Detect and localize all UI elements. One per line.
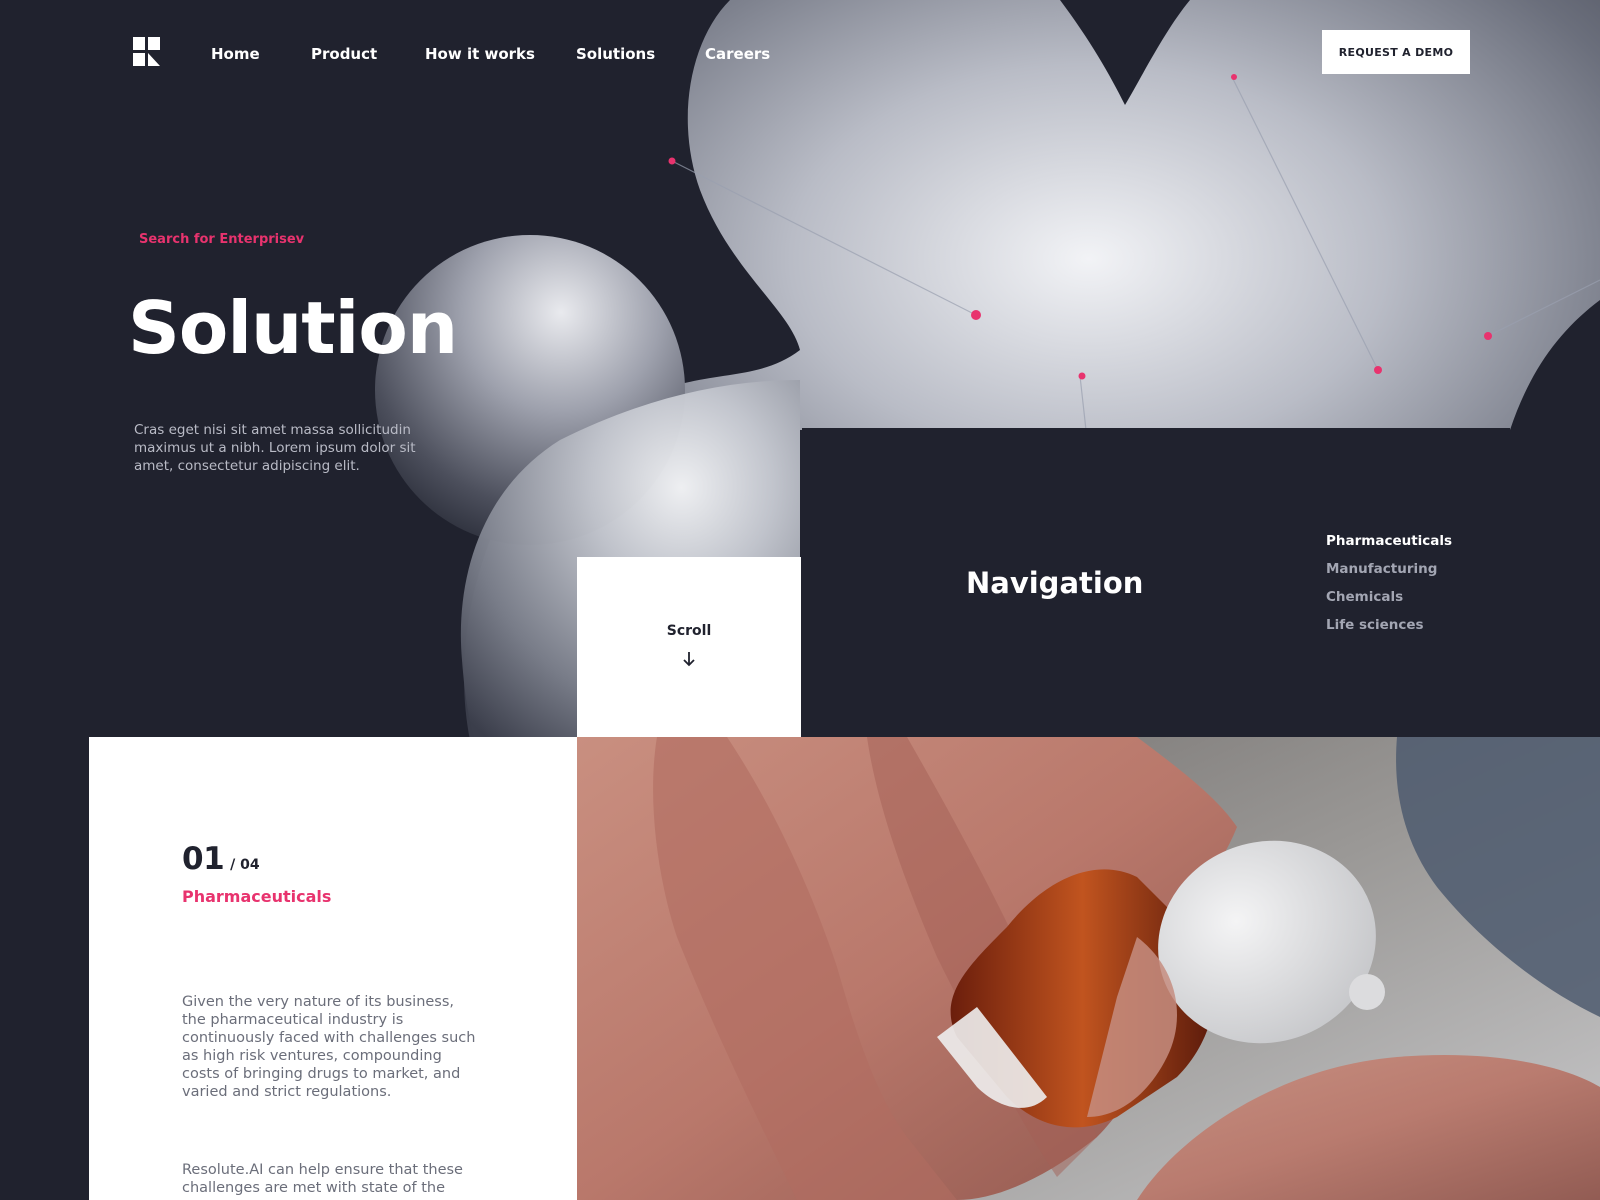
hero-eyebrow: Search for Enterprisev xyxy=(139,232,305,247)
section-paragraph-2: Resolute.AI can help ensure that these c… xyxy=(182,1162,463,1196)
hands-pill-bottle-photo xyxy=(577,737,1600,1200)
hero-description: Cras eget nisi sit amet massa sollicitud… xyxy=(134,422,416,474)
navigation-panel: Navigation Pharmaceuticals Manufacturing… xyxy=(802,428,1510,738)
nav-solutions[interactable]: Solutions xyxy=(576,45,655,63)
request-demo-button[interactable]: REQUEST A DEMO xyxy=(1322,30,1470,74)
arrow-down-icon xyxy=(683,652,695,667)
solutions-nav-item-pharmaceuticals[interactable]: Pharmaceuticals xyxy=(1326,532,1452,560)
scroll-label: Scroll xyxy=(666,623,712,639)
solution-detail-card: 01 / 04 Pharmaceuticals Given the very na… xyxy=(89,737,577,1200)
page: Home Product How it works Solutions Care… xyxy=(0,0,1600,1200)
nav-product[interactable]: Product xyxy=(311,45,377,63)
solutions-nav-item-manufacturing[interactable]: Manufacturing xyxy=(1326,560,1452,588)
navigation-panel-title: Navigation xyxy=(966,566,1144,600)
solutions-nav-list: Pharmaceuticals Manufacturing Chemicals … xyxy=(1326,532,1452,644)
logo-icon[interactable] xyxy=(133,37,160,66)
section-counter-current: 01 xyxy=(182,841,225,877)
nav-home[interactable]: Home xyxy=(211,45,260,63)
connector-lines xyxy=(671,76,1600,431)
connector-nodes xyxy=(668,74,1492,380)
section-paragraph-1: Given the very nature of its business, t… xyxy=(182,994,476,1100)
section-counter-total: / 04 xyxy=(230,857,260,873)
nav-careers[interactable]: Careers xyxy=(705,45,770,63)
section-heading: Pharmaceuticals xyxy=(182,887,332,906)
solutions-nav-item-life-sciences[interactable]: Life sciences xyxy=(1326,616,1452,644)
section-counter: 01 / 04 xyxy=(182,841,260,877)
scroll-button[interactable]: Scroll xyxy=(577,557,801,737)
page-title: Solution xyxy=(128,286,458,370)
blob-sphere-shape xyxy=(375,235,685,545)
solutions-nav-item-chemicals[interactable]: Chemicals xyxy=(1326,588,1452,616)
nav-how-it-works[interactable]: How it works xyxy=(425,45,535,63)
